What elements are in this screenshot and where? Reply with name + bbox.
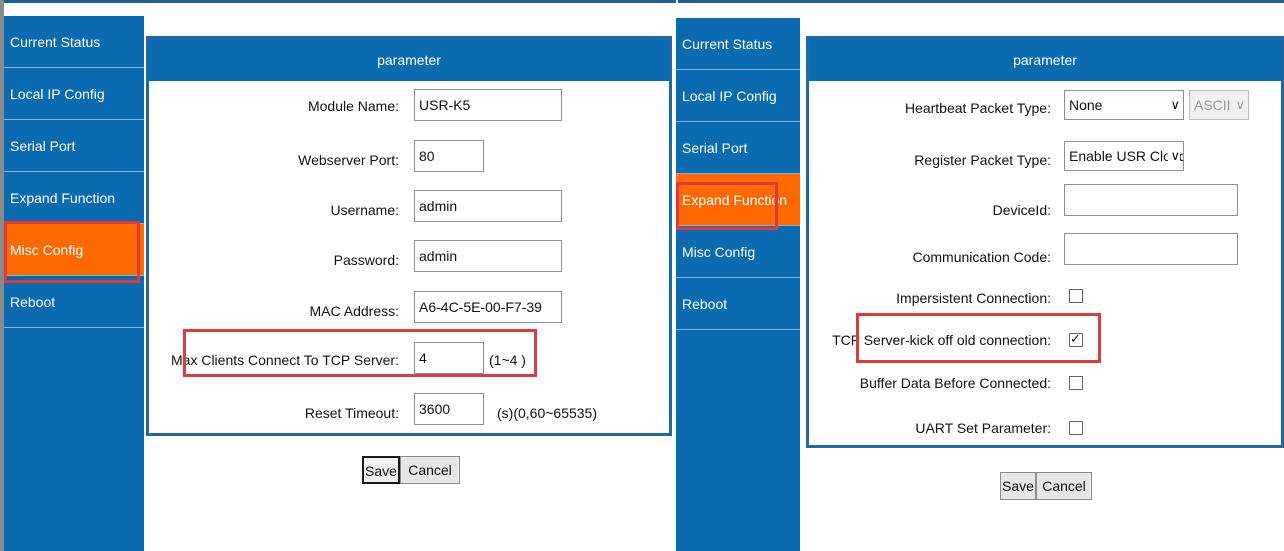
chevron-down-icon: ∨ <box>1168 142 1180 170</box>
cancel-button[interactable]: Cancel <box>1036 472 1092 500</box>
mac-address-input[interactable] <box>414 291 562 323</box>
sidebar-item-misc-config[interactable]: Misc Config <box>4 224 144 276</box>
webserver-port-input[interactable] <box>414 140 484 172</box>
device-id-input[interactable] <box>1064 184 1238 216</box>
mac-address-label: MAC Address: <box>309 303 399 319</box>
username-label: Username: <box>330 202 399 218</box>
reset-timeout-input[interactable] <box>414 393 484 425</box>
chevron-down-icon: ∨ <box>1235 97 1245 112</box>
top-border <box>4 0 676 3</box>
sidebar-item-expand-function[interactable]: Expand Function <box>4 172 144 224</box>
sidebar-item-serial-port[interactable]: Serial Port <box>4 120 144 172</box>
heartbeat-format-value: ASCII <box>1194 97 1231 113</box>
parameter-box: parameter Heartbeat Packet Type: None ∨ … <box>806 36 1284 448</box>
sidebar-nav: Current Status Local IP Config Serial Po… <box>4 16 144 551</box>
webserver-port-label: Webserver Port: <box>298 152 399 168</box>
uart-set-parameter-checkbox[interactable] <box>1069 421 1083 435</box>
parameter-header: parameter <box>809 39 1281 81</box>
parameter-header: parameter <box>149 39 669 81</box>
sidebar-item-local-ip-config[interactable]: Local IP Config <box>4 68 144 120</box>
cancel-button[interactable]: Cancel <box>400 456 460 484</box>
heartbeat-type-select[interactable]: None ∨ <box>1064 90 1184 120</box>
kick-off-old-connection-label: TCP Server-kick off old connection: <box>832 332 1051 348</box>
check-icon: ✓ <box>1070 331 1081 346</box>
max-clients-input[interactable] <box>414 342 484 374</box>
reset-timeout-range: (s)(0,60~65535) <box>497 405 598 421</box>
kick-off-old-connection-checkbox[interactable]: ✓ <box>1069 331 1083 347</box>
register-type-label: Register Packet Type: <box>914 152 1051 168</box>
uart-set-parameter-label: UART Set Parameter: <box>915 420 1051 436</box>
sidebar-nav: Current Status Local IP Config Serial Po… <box>676 18 800 551</box>
max-clients-range: (1~4 ) <box>489 352 526 368</box>
top-border <box>678 0 1284 3</box>
password-label: Password: <box>333 252 399 268</box>
sidebar-item-misc-config[interactable]: Misc Config <box>676 226 800 278</box>
expand-function-panel: Current Status Local IP Config Serial Po… <box>676 0 1284 551</box>
save-button[interactable]: Save <box>1000 472 1036 500</box>
sidebar-item-expand-function[interactable]: Expand Function <box>676 174 800 226</box>
heartbeat-type-value: None <box>1069 97 1103 113</box>
impersistent-connection-label: Impersistent Connection: <box>896 290 1051 306</box>
buffer-data-label: Buffer Data Before Connected: <box>859 375 1051 391</box>
impersistent-connection-checkbox[interactable] <box>1069 289 1083 303</box>
parameter-box: parameter Module Name: Webserver Port: U… <box>146 36 672 436</box>
sidebar-item-reboot[interactable]: Reboot <box>676 278 800 330</box>
register-type-select[interactable]: Enable USR Cloud ∨ <box>1064 141 1184 171</box>
device-id-label: DeviceId: <box>992 202 1051 218</box>
sidebar-item-local-ip-config[interactable]: Local IP Config <box>676 70 800 122</box>
max-clients-label: Max Clients Connect To TCP Server: <box>171 352 399 368</box>
password-input[interactable] <box>414 240 562 272</box>
username-input[interactable] <box>414 190 562 222</box>
communication-code-label: Communication Code: <box>912 249 1051 265</box>
sidebar-item-current-status[interactable]: Current Status <box>4 16 144 68</box>
buffer-data-checkbox[interactable] <box>1069 376 1083 390</box>
reset-timeout-label: Reset Timeout: <box>304 405 399 421</box>
module-name-input[interactable] <box>414 89 562 121</box>
sidebar-item-reboot[interactable]: Reboot <box>4 276 144 328</box>
register-type-value: Enable USR Cloud <box>1069 148 1184 164</box>
sidebar-item-serial-port[interactable]: Serial Port <box>676 122 800 174</box>
sidebar-item-current-status[interactable]: Current Status <box>676 18 800 70</box>
chevron-down-icon: ∨ <box>1170 97 1180 112</box>
misc-config-panel: Current Status Local IP Config Serial Po… <box>0 0 676 551</box>
communication-code-input[interactable] <box>1064 233 1238 265</box>
heartbeat-format-select[interactable]: ASCII ∨ <box>1189 90 1249 120</box>
heartbeat-type-label: Heartbeat Packet Type: <box>904 100 1051 116</box>
save-button[interactable]: Save <box>362 456 400 484</box>
module-name-label: Module Name: <box>307 98 399 114</box>
